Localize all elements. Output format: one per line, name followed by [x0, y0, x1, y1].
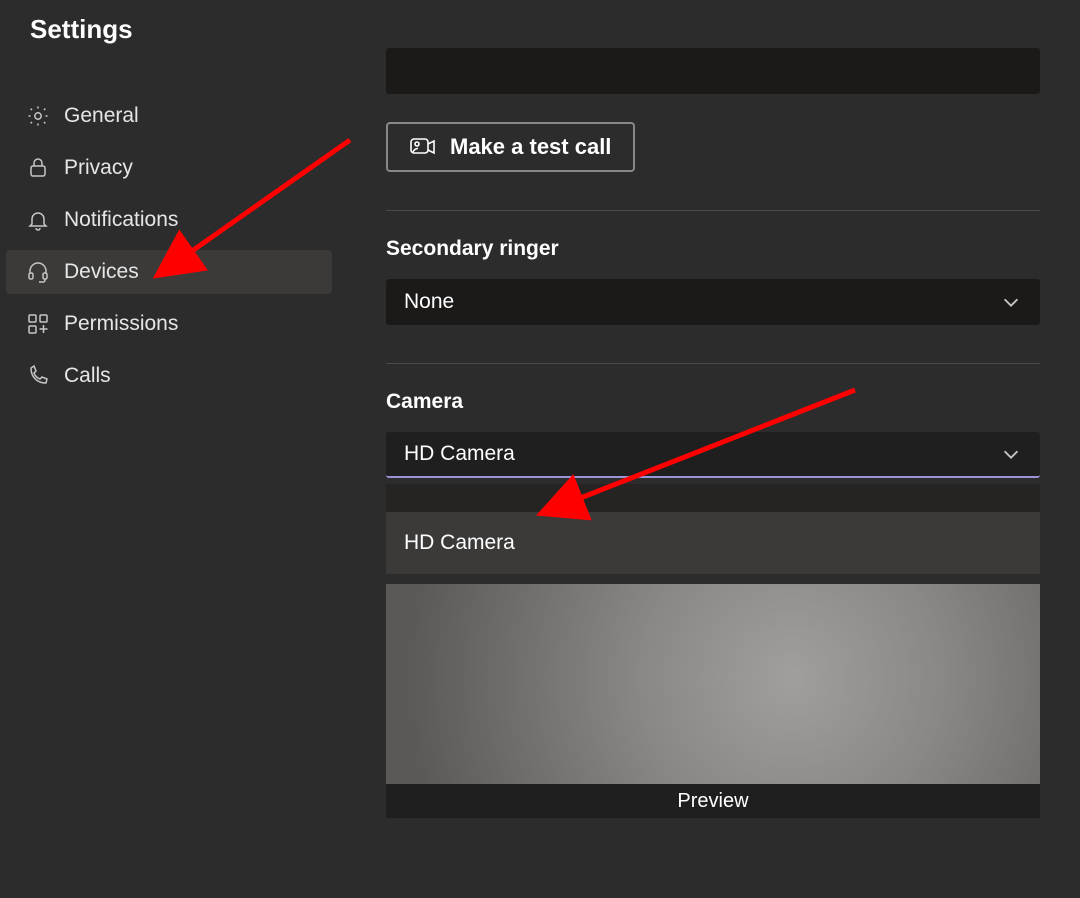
make-test-call-button[interactable]: Make a test call: [386, 122, 635, 172]
apps-icon: [26, 312, 50, 336]
camera-option-label: HD Camera: [404, 531, 515, 555]
phone-icon: [26, 364, 50, 388]
secondary-ringer-select[interactable]: None: [386, 279, 1040, 325]
lock-icon: [26, 156, 50, 180]
sidebar: General Privacy Notifications Devices Pe…: [6, 94, 332, 406]
camera-preview: Preview: [386, 584, 1040, 818]
sidebar-item-label: Privacy: [64, 156, 133, 180]
chevron-down-icon: [1000, 443, 1022, 465]
secondary-ringer-label: Secondary ringer: [386, 237, 1040, 261]
sidebar-item-permissions[interactable]: Permissions: [6, 302, 332, 346]
sidebar-item-notifications[interactable]: Notifications: [6, 198, 332, 242]
sidebar-item-general[interactable]: General: [6, 94, 332, 138]
sidebar-item-calls[interactable]: Calls: [6, 354, 332, 398]
chevron-down-icon: [1000, 291, 1022, 313]
camera-preview-label: Preview: [386, 784, 1040, 818]
bell-icon: [26, 208, 50, 232]
sidebar-item-label: Notifications: [64, 208, 178, 232]
sidebar-item-devices[interactable]: Devices: [6, 250, 332, 294]
secondary-ringer-value: None: [404, 290, 454, 314]
camera-option[interactable]: HD Camera: [386, 512, 1040, 574]
sidebar-item-label: General: [64, 104, 139, 128]
sidebar-item-label: Devices: [64, 260, 139, 284]
speaker-select[interactable]: [386, 48, 1040, 94]
separator: [386, 210, 1040, 211]
gear-icon: [26, 104, 50, 128]
headset-icon: [26, 260, 50, 284]
separator: [386, 363, 1040, 364]
camera-select[interactable]: HD Camera: [386, 432, 1040, 478]
camera-dropdown-panel: HD Camera: [386, 484, 1040, 574]
camera-label: Camera: [386, 390, 1040, 414]
sidebar-item-label: Calls: [64, 364, 111, 388]
make-test-call-label: Make a test call: [450, 134, 611, 160]
sidebar-item-privacy[interactable]: Privacy: [6, 146, 332, 190]
sidebar-item-label: Permissions: [64, 312, 178, 336]
main-panel: Make a test call Secondary ringer None C…: [386, 48, 1040, 818]
video-call-icon: [410, 136, 436, 158]
page-title: Settings: [30, 14, 133, 45]
camera-select-value: HD Camera: [404, 442, 515, 466]
